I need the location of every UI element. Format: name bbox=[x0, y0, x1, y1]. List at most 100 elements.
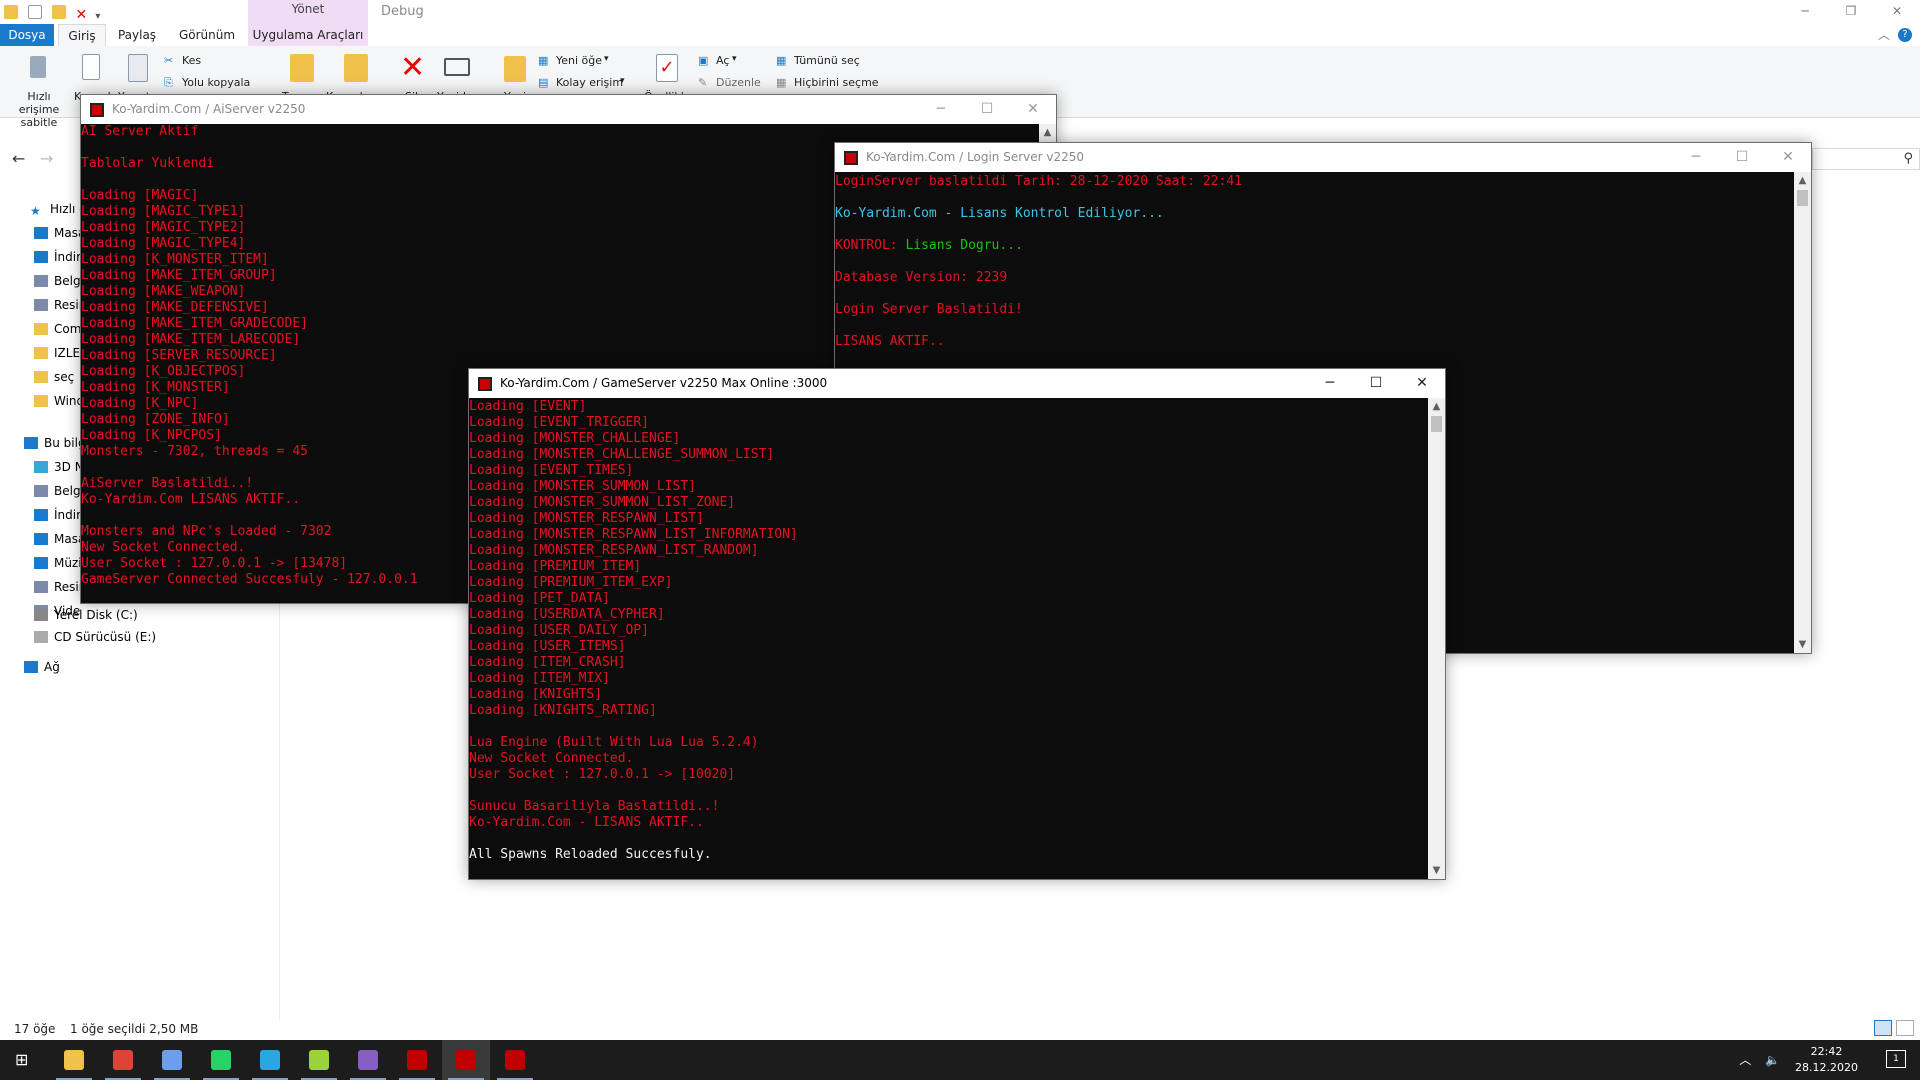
taskbar-app-button[interactable] bbox=[50, 1040, 98, 1080]
nav-item[interactable]: 3D N bbox=[34, 456, 84, 478]
search-input[interactable]: ⚲ bbox=[1812, 148, 1920, 170]
console-text: Loading [USERDATA_CYPHER] bbox=[469, 607, 665, 622]
easy-access-button[interactable]: Kolay erişim bbox=[556, 76, 623, 89]
tab-file[interactable]: Dosya bbox=[0, 24, 54, 46]
taskbar-app-button[interactable] bbox=[393, 1040, 441, 1080]
taskbar-app-button[interactable] bbox=[344, 1040, 392, 1080]
copy-path-button[interactable]: Yolu kopyala bbox=[182, 76, 250, 89]
nav-item[interactable]: Com bbox=[34, 318, 81, 340]
nav-item[interactable]: Masa bbox=[34, 222, 85, 244]
large-icons-view-icon[interactable] bbox=[1896, 1020, 1914, 1036]
taskbar-app-button[interactable] bbox=[442, 1040, 490, 1080]
taskbar-app-button[interactable] bbox=[246, 1040, 294, 1080]
pin-icon[interactable] bbox=[30, 56, 46, 78]
delete-x-icon[interactable]: ✕ bbox=[400, 50, 425, 85]
edit-button[interactable]: Düzenle bbox=[716, 76, 761, 89]
nav-this-pc[interactable]: Bu bilg bbox=[24, 432, 86, 454]
new-folder-icon[interactable] bbox=[51, 5, 66, 19]
scroll-down-icon[interactable]: ▼ bbox=[1794, 636, 1811, 653]
scroll-thumb[interactable] bbox=[1431, 416, 1442, 432]
close-icon[interactable]: ✕ bbox=[1010, 95, 1056, 124]
scroll-up-icon[interactable]: ▲ bbox=[1794, 172, 1811, 189]
notification-center-icon[interactable]: 1 bbox=[1886, 1050, 1906, 1068]
new-folder-icon[interactable] bbox=[504, 56, 526, 82]
game-server-window[interactable]: Ko-Yardim.Com / GameServer v2250 Max Onl… bbox=[468, 368, 1446, 880]
taskbar-app-button[interactable] bbox=[295, 1040, 343, 1080]
console-text: Loading [PREMIUM_ITEM_EXP] bbox=[469, 575, 673, 590]
tab-home[interactable]: Giriş bbox=[58, 24, 106, 46]
copy-to-icon[interactable] bbox=[344, 54, 368, 82]
nav-network[interactable]: Ağ bbox=[24, 656, 60, 678]
minimize-icon[interactable]: ─ bbox=[1673, 143, 1719, 172]
close-icon[interactable]: ✕ bbox=[1399, 369, 1445, 398]
move-to-icon[interactable] bbox=[290, 54, 314, 82]
forward-arrow-icon[interactable]: → bbox=[40, 149, 53, 168]
scroll-up-icon[interactable]: ▲ bbox=[1428, 398, 1445, 415]
console-text: Loading [MAGIC] bbox=[81, 188, 199, 203]
copy-icon[interactable] bbox=[82, 54, 100, 80]
volume-icon[interactable]: 🔈 bbox=[1765, 1053, 1780, 1067]
console-text: Loading [MONSTER_RESPAWN_LIST] bbox=[469, 511, 704, 526]
scrollbar[interactable]: ▲ ▼ bbox=[1428, 398, 1445, 879]
console-line: Loading [K_OBJECTPOS] bbox=[81, 364, 418, 380]
nav-item[interactable]: Müzi bbox=[34, 552, 82, 574]
console-line: LoginServer baslatildi Tarih: 28-12-2020… bbox=[835, 174, 1242, 190]
nav-local-disk[interactable]: Yerel Disk (C:) bbox=[34, 604, 138, 626]
title-bar[interactable]: Ko-Yardim.Com / AiServer v2250 ─ ☐ ✕ bbox=[81, 95, 1056, 124]
nav-item[interactable]: seç bbox=[34, 366, 74, 388]
tab-share[interactable]: Paylaş bbox=[112, 24, 162, 46]
open-button[interactable]: Aç bbox=[716, 54, 729, 67]
maximize-icon[interactable]: ❐ bbox=[1828, 0, 1874, 22]
nav-cd-drive[interactable]: CD Sürücüsü (E:) bbox=[34, 626, 156, 648]
nav-item[interactable]: İndiri bbox=[34, 504, 84, 526]
minimize-icon[interactable]: ─ bbox=[1782, 0, 1828, 22]
nav-item[interactable]: IZLE bbox=[34, 342, 80, 364]
chevron-up-icon[interactable]: ︿ bbox=[1876, 24, 1892, 46]
new-item-button[interactable]: Yeni öğe bbox=[556, 54, 602, 67]
maximize-icon[interactable]: ☐ bbox=[1353, 369, 1399, 398]
taskbar-app-button[interactable] bbox=[197, 1040, 245, 1080]
details-view-icon[interactable] bbox=[1874, 1020, 1892, 1036]
paste-icon[interactable] bbox=[128, 54, 148, 82]
scroll-up-icon[interactable]: ▲ bbox=[1039, 124, 1056, 141]
scroll-down-icon[interactable]: ▼ bbox=[1428, 862, 1445, 879]
nav-item[interactable]: Resin bbox=[34, 576, 86, 598]
taskbar-app-button[interactable] bbox=[148, 1040, 196, 1080]
minimize-icon[interactable]: ─ bbox=[1307, 369, 1353, 398]
help-icon[interactable]: ? bbox=[1898, 28, 1912, 42]
title-bar[interactable]: Ko-Yardim.Com / GameServer v2250 Max Onl… bbox=[469, 369, 1445, 398]
select-none-button[interactable]: Hiçbirini seçme bbox=[794, 76, 879, 89]
nav-item[interactable]: Wind bbox=[34, 390, 84, 412]
nav-label: Müzi bbox=[54, 556, 82, 570]
nav-item[interactable]: Resin bbox=[34, 294, 86, 316]
maximize-icon[interactable]: ☐ bbox=[1719, 143, 1765, 172]
pin-quick-access-button[interactable]: Hızlı erişime sabitle bbox=[6, 90, 72, 129]
status-bar: 17 öğe 1 öğe seçildi 2,50 MB bbox=[0, 1018, 1920, 1040]
back-arrow-icon[interactable]: ← bbox=[12, 149, 25, 168]
title-bar[interactable]: Ko-Yardim.Com / Login Server v2250 ─ ☐ ✕ bbox=[835, 143, 1811, 172]
nav-item[interactable]: İndiri bbox=[34, 246, 84, 268]
cut-button[interactable]: Kes bbox=[182, 54, 201, 67]
maximize-icon[interactable]: ☐ bbox=[964, 95, 1010, 124]
tab-view[interactable]: Görünüm bbox=[172, 24, 242, 46]
nav-item[interactable]: Masa bbox=[34, 528, 85, 550]
chevron-up-icon[interactable]: ︿ bbox=[1739, 1053, 1751, 1067]
close-icon[interactable]: ✕ bbox=[1874, 0, 1920, 22]
minimize-icon[interactable]: ─ bbox=[918, 95, 964, 124]
console-text: AI Server Aktif bbox=[81, 124, 199, 139]
select-all-button[interactable]: Tümünü seç bbox=[794, 54, 860, 67]
scroll-thumb[interactable] bbox=[1797, 190, 1808, 206]
properties-icon[interactable] bbox=[27, 5, 42, 19]
tab-application-tools[interactable]: Uygulama Araçları bbox=[250, 24, 366, 46]
taskbar-app-button[interactable] bbox=[491, 1040, 539, 1080]
close-icon[interactable]: ✕ bbox=[1765, 143, 1811, 172]
taskbar-app-button[interactable] bbox=[99, 1040, 147, 1080]
clock[interactable]: 22:42 28.12.2020 bbox=[1795, 1044, 1858, 1076]
rename-icon[interactable] bbox=[444, 58, 470, 76]
properties-icon[interactable]: ✓ bbox=[656, 54, 678, 82]
start-button[interactable]: ⊞ bbox=[0, 1040, 48, 1080]
scrollbar[interactable]: ▲ ▼ bbox=[1794, 172, 1811, 653]
qat-dropdown-icon[interactable]: ▾ bbox=[95, 11, 100, 22]
delete-icon[interactable]: ✕ bbox=[75, 8, 89, 22]
console-line: Loading [MONSTER_CHALLENGE_SUMMON_LIST] bbox=[469, 447, 798, 463]
